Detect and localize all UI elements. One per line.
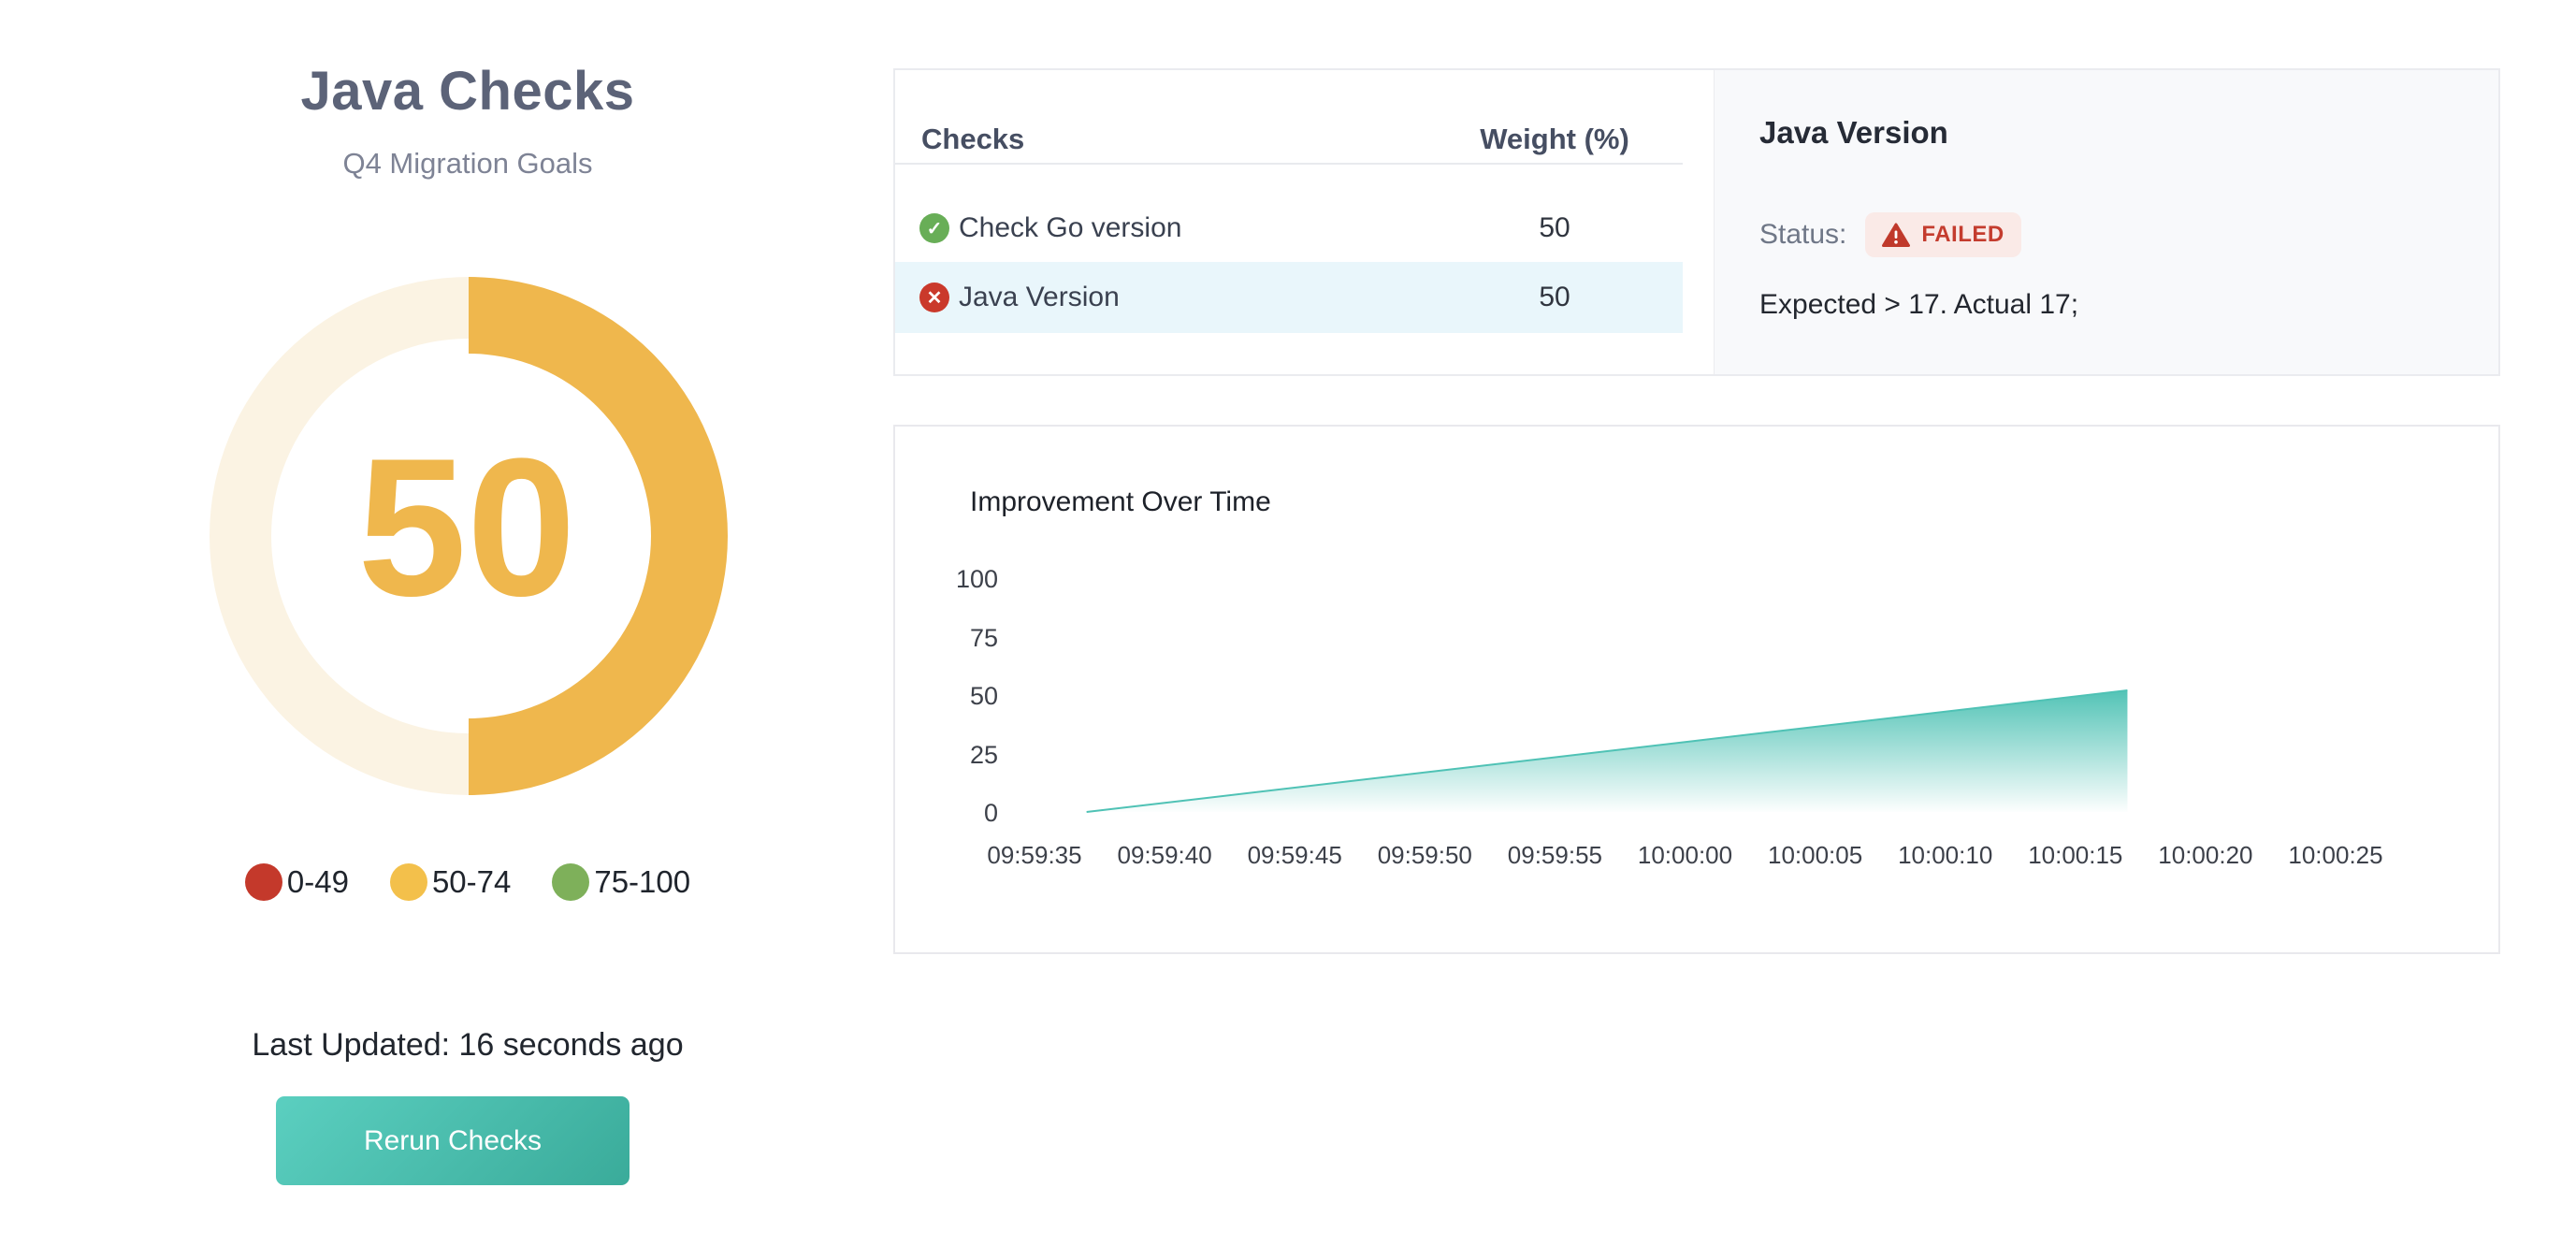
status-label: Status: [1759, 219, 1846, 251]
x-axis-tick-label: 10:00:10 [1875, 841, 2016, 870]
improvement-area-chart [895, 427, 2498, 952]
legend-item: 75-100 [552, 863, 690, 901]
status-row: Status: FAILED [1759, 212, 2021, 257]
status-badge: FAILED [1865, 212, 2020, 257]
legend-item: 0-49 [245, 863, 349, 901]
check-name: Check Go version [959, 212, 1181, 244]
x-axis-tick-label: 10:00:25 [2265, 841, 2406, 870]
checks-panel: Checks Weight (%) ✓ Check Go version 50 ✕ Ja… [893, 68, 2500, 376]
status-value: FAILED [1921, 222, 2004, 248]
check-weight: 50 [1442, 282, 1667, 313]
y-axis-tick-label: 75 [895, 624, 998, 653]
x-axis-tick-label: 10:00:15 [2005, 841, 2146, 870]
x-axis-tick-label: 10:00:00 [1615, 841, 1756, 870]
header-divider [895, 163, 1683, 165]
legend-swatch [390, 863, 427, 901]
check-failed-icon: ✕ [919, 283, 949, 312]
column-header-weight: Weight (%) [1442, 123, 1667, 156]
x-axis-tick-label: 10:00:05 [1745, 841, 1886, 870]
detail-heading: Java Version [1759, 115, 1948, 151]
page-subtitle: Q4 Migration Goals [140, 147, 795, 181]
check-detail-panel: Java Version Status: FAILED Expected > 1… [1714, 70, 2498, 374]
legend-item: 50-74 [390, 863, 511, 901]
y-axis-tick-label: 25 [895, 741, 998, 770]
score-value: 50 [357, 417, 576, 637]
x-axis-tick-label: 10:00:20 [2135, 841, 2276, 870]
rerun-checks-button[interactable]: Rerun Checks [276, 1096, 630, 1185]
score-legend: 0-49 50-74 75-100 [140, 863, 795, 901]
check-name: Java Version [959, 282, 1120, 313]
x-axis-tick-label: 09:59:40 [1094, 841, 1235, 870]
check-weight: 50 [1442, 212, 1667, 244]
legend-swatch [552, 863, 589, 901]
table-row[interactable]: ✓ Check Go version 50 [895, 195, 1683, 262]
improvement-chart-panel: Improvement Over Time 1007550250 09:59:3… [893, 425, 2500, 954]
y-axis-tick-label: 50 [895, 682, 998, 711]
x-axis-tick-label: 09:59:50 [1354, 841, 1495, 870]
x-axis-tick-label: 09:59:55 [1484, 841, 1625, 870]
checks-table: Checks Weight (%) ✓ Check Go version 50 ✕ Ja… [895, 70, 1714, 374]
last-updated-text: Last Updated: 16 seconds ago [140, 1027, 795, 1064]
legend-label: 0-49 [287, 864, 349, 900]
y-axis-tick-label: 100 [895, 565, 998, 594]
legend-swatch [245, 863, 282, 901]
table-row[interactable]: ✕ Java Version 50 [895, 262, 1683, 333]
x-axis-tick-label: 09:59:35 [964, 841, 1105, 870]
y-axis-tick-label: 0 [895, 799, 998, 828]
legend-label: 75-100 [594, 864, 690, 900]
page-title: Java Checks [140, 60, 795, 123]
warning-triangle-icon [1882, 223, 1910, 248]
check-passed-icon: ✓ [919, 213, 949, 243]
detail-message: Expected > 17. Actual 17; [1759, 289, 2078, 321]
score-donut-chart: 50 [207, 274, 731, 798]
summary-column: Java Checks Q4 Migration Goals 50 0-49 50… [140, 0, 795, 1246]
x-axis-tick-label: 09:59:45 [1224, 841, 1365, 870]
legend-label: 50-74 [432, 864, 511, 900]
column-header-checks: Checks [921, 123, 1024, 156]
